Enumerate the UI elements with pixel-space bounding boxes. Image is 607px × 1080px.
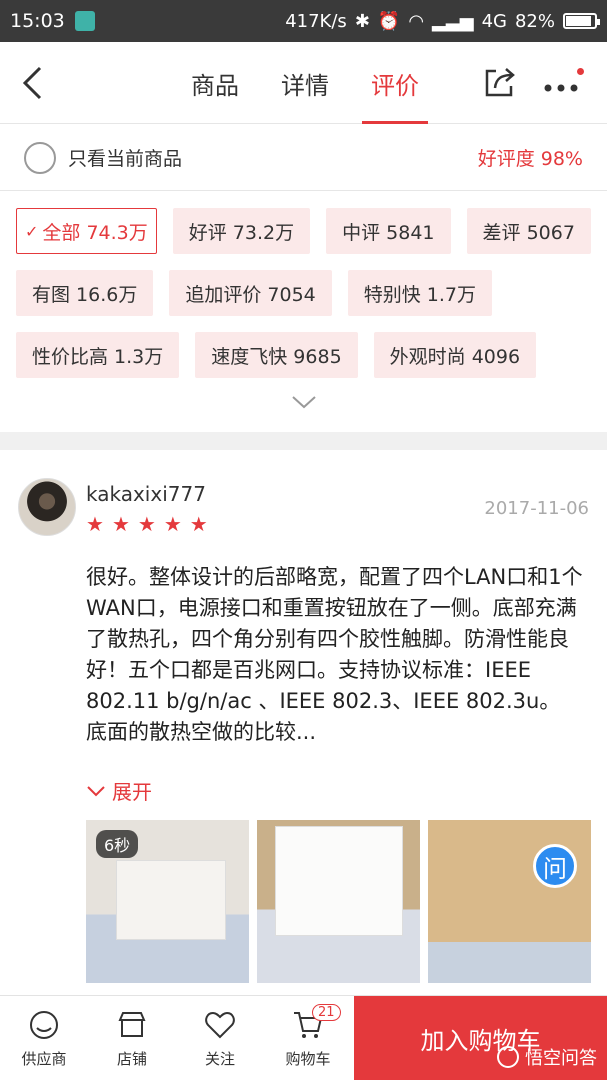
supplier-icon bbox=[30, 1010, 58, 1039]
tag-value[interactable]: 性价比高 1.3万 bbox=[16, 332, 180, 378]
review-date: 2017-11-06 bbox=[484, 498, 589, 519]
signal-type: 4G bbox=[481, 10, 507, 32]
avatar[interactable] bbox=[18, 478, 76, 536]
only-current-radio[interactable] bbox=[24, 141, 56, 174]
bluetooth-icon: ✱ bbox=[354, 10, 370, 32]
star-icon: ★ bbox=[111, 512, 130, 536]
star-icon: ★ bbox=[163, 512, 182, 536]
star-icon: ★ bbox=[86, 512, 104, 536]
chevron-left-icon bbox=[22, 66, 42, 100]
tag-good[interactable]: 好评 73.2万 bbox=[172, 208, 311, 254]
section-divider bbox=[0, 432, 607, 450]
app-notification-icon bbox=[74, 11, 95, 31]
only-current-label[interactable]: 只看当前商品 bbox=[68, 144, 182, 171]
network-speed: 417K/s bbox=[285, 10, 347, 32]
more-button[interactable] bbox=[542, 68, 586, 100]
battery-icon bbox=[563, 13, 600, 29]
tag-neutral[interactable]: 中评 5841 bbox=[326, 208, 451, 254]
tag-all[interactable]: ✓ 全部 74.3万 bbox=[16, 208, 157, 254]
shop-icon bbox=[118, 1011, 146, 1037]
good-rate: 好评度 98% bbox=[477, 148, 583, 170]
wukong-logo-icon bbox=[497, 1046, 519, 1068]
wifi-icon: ◠ bbox=[408, 10, 425, 32]
watermark: 悟空问答 bbox=[497, 1044, 597, 1070]
review-photo[interactable] bbox=[257, 820, 420, 983]
follow-button[interactable]: 关注 bbox=[176, 996, 264, 1080]
filter-row: 只看当前商品 好评度 98% bbox=[0, 125, 607, 191]
tag-stylish[interactable]: 外观时尚 4096 bbox=[373, 332, 537, 378]
supplier-button[interactable]: 供应商 bbox=[0, 996, 88, 1080]
review-item: kakaxixi777 2017-11-06 ★ ★ ★ ★ ★ 很好。整体设计… bbox=[0, 450, 607, 995]
status-time: 15:03 bbox=[10, 10, 65, 32]
supplier-label: 供应商 bbox=[21, 1049, 67, 1068]
alarm-icon: ⏰ bbox=[377, 10, 401, 32]
status-bar: 15:03 417K/s ✱ ⏰ ◠ ▂▃▅ 4G 82% bbox=[0, 0, 607, 42]
cart-button[interactable]: 21 购物车 bbox=[264, 996, 352, 1080]
tag-bad[interactable]: 差评 5067 bbox=[466, 208, 591, 254]
follow-label: 关注 bbox=[204, 1049, 235, 1068]
cart-count-badge: 21 bbox=[312, 1004, 341, 1021]
shop-label: 店铺 bbox=[116, 1049, 147, 1068]
unfold-button[interactable]: 展开 bbox=[86, 776, 152, 805]
review-photos: 6秒 问 bbox=[86, 820, 591, 983]
signal-icon: ▂▃▅ bbox=[432, 10, 474, 32]
tab-product[interactable]: 商品 bbox=[170, 42, 260, 124]
tag-label: 全部 74.3万 bbox=[42, 221, 148, 244]
battery-percent: 82% bbox=[514, 10, 555, 32]
chevron-down-icon bbox=[87, 785, 105, 796]
review-video-thumb[interactable]: 6秒 bbox=[86, 820, 249, 983]
share-button[interactable] bbox=[482, 64, 518, 100]
review-content: 很好。整体设计的后部略宽，配置了四个LAN口和1个WAN口，电源接口和重置按钮放… bbox=[86, 565, 583, 744]
review-username: kakaxixi777 bbox=[86, 482, 206, 506]
video-duration: 6秒 bbox=[96, 830, 139, 858]
watermark-text: 悟空问答 bbox=[525, 1048, 597, 1069]
review-tags: ✓ 全部 74.3万 好评 73.2万 中评 5841 差评 5067 有图 1… bbox=[0, 192, 607, 432]
bottom-bar: 供应商 店铺 关注 21 购物车 加入购物车 悟空问答 bbox=[0, 995, 607, 1080]
check-icon: ✓ bbox=[25, 221, 39, 241]
cart-label: 购物车 bbox=[285, 1049, 331, 1068]
rating-stars: ★ ★ ★ ★ ★ bbox=[86, 514, 208, 534]
wenda-badge-icon[interactable]: 问 bbox=[533, 844, 577, 888]
star-icon: ★ bbox=[137, 512, 156, 536]
back-button[interactable] bbox=[20, 64, 54, 102]
tag-very-fast[interactable]: 特别快 1.7万 bbox=[347, 270, 493, 316]
review-photo[interactable]: 问 bbox=[428, 820, 591, 983]
chevron-down-icon bbox=[292, 396, 316, 409]
star-icon: ★ bbox=[189, 512, 208, 536]
tag-speed[interactable]: 速度飞快 9685 bbox=[195, 332, 358, 378]
unfold-label: 展开 bbox=[112, 780, 152, 804]
heart-icon bbox=[205, 1011, 235, 1038]
status-right: 417K/s ✱ ⏰ ◠ ▂▃▅ 4G 82% bbox=[285, 10, 600, 32]
share-icon bbox=[485, 68, 515, 97]
shop-button[interactable]: 店铺 bbox=[88, 996, 176, 1080]
expand-tags-button[interactable] bbox=[290, 392, 318, 412]
tag-with-images[interactable]: 有图 16.6万 bbox=[16, 270, 154, 316]
tab-details[interactable]: 详情 bbox=[260, 42, 350, 124]
notification-dot bbox=[577, 68, 584, 75]
tag-follow-up[interactable]: 追加评价 7054 bbox=[169, 270, 332, 316]
tab-reviews[interactable]: 评价 bbox=[350, 42, 440, 124]
tab-bar: 商品 详情 评价 bbox=[170, 42, 440, 124]
nav-header: 商品 详情 评价 bbox=[0, 42, 607, 124]
